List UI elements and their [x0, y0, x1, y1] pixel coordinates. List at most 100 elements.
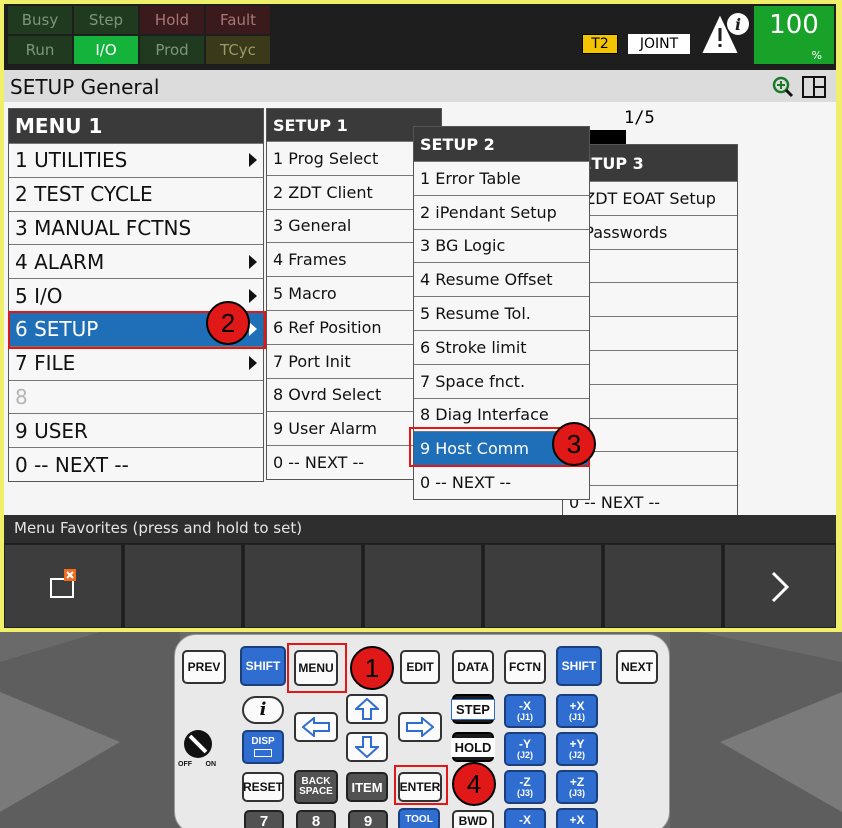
jog-plus-z-key[interactable]: +Z (J3) [556, 770, 598, 804]
menu-item-alarm[interactable]: 4 ALARM [9, 244, 263, 279]
switch-off-label: OFF [178, 761, 192, 768]
hold-key[interactable]: HOLD [450, 732, 496, 762]
bwd-key[interactable]: BWD [452, 810, 494, 828]
jog-label: +X [569, 813, 585, 827]
menu-item-test-cycle[interactable]: 2 TEST CYCLE [9, 176, 263, 211]
menu-item-label: 0 -- NEXT -- [15, 452, 129, 477]
fkey-5[interactable] [484, 544, 602, 628]
next-page-icon [771, 571, 790, 603]
tool-key[interactable]: TOOL [398, 808, 440, 828]
menu-item-file[interactable]: 7 FILE [9, 345, 263, 380]
arrow-down-icon [355, 736, 379, 758]
menu-item-next[interactable]: 0 -- NEXT -- [9, 447, 263, 481]
status-lamp-prod: Prod [140, 36, 204, 64]
page-title: SETUP General [10, 75, 160, 99]
next-key[interactable]: NEXT [616, 650, 658, 684]
menu-item-label: 2 TEST CYCLE [15, 182, 153, 207]
jog-plus-y-key[interactable]: +Y (J2) [556, 732, 598, 766]
setup2-item[interactable]: 6 Stroke limit [414, 329, 589, 364]
zoom-icon[interactable] [772, 76, 794, 98]
reset-key[interactable]: RESET [242, 772, 284, 802]
menu-item-label: 3 MANUAL FCTNS [15, 215, 192, 240]
shift-key-right[interactable]: SHIFT [556, 646, 602, 686]
jog-minus-x-key[interactable]: -X (J1) [504, 694, 546, 728]
override-indicator[interactable]: 100 % [754, 6, 834, 64]
fkey-4[interactable] [364, 544, 482, 628]
status-lamp-busy: Busy [8, 6, 72, 34]
favorites-bar: Menu Favorites (press and hold to set) [4, 515, 836, 543]
jog-sub-label: (J3) [516, 788, 533, 798]
arrow-right-key[interactable] [398, 712, 442, 742]
jog-label: +Z [569, 775, 585, 789]
arrow-left-icon [302, 717, 330, 737]
setup2-item[interactable]: 2 iPendant Setup [414, 194, 589, 229]
setup2-item[interactable]: 0 -- NEXT -- [414, 465, 589, 499]
shift-key-left[interactable]: SHIFT [240, 646, 286, 686]
menu-item-8: 8 [9, 379, 263, 414]
svg-text:i: i [735, 15, 741, 34]
status-lamp-tcyc: TCyc [206, 36, 270, 64]
menu-item-label: 4 ALARM [15, 249, 105, 274]
setup2-item[interactable]: 7 Space fnct. [414, 363, 589, 398]
data-key[interactable]: DATA [452, 650, 494, 684]
jog-sub-label: (J1) [516, 712, 533, 722]
override-value: 100 [769, 10, 819, 40]
menu-item-user[interactable]: 9 USER [9, 413, 263, 448]
num-7-key[interactable]: 7 [244, 810, 284, 828]
jog-label: +X [569, 699, 585, 713]
status-lamp-hold: Hold [140, 6, 204, 34]
arrow-left-key[interactable] [294, 712, 338, 742]
fkey-next-page[interactable] [724, 544, 836, 628]
menu-item-label: 8 [15, 384, 28, 409]
fkey-3[interactable] [244, 544, 362, 628]
arrow-right-icon [406, 717, 434, 737]
main-menu-header: MENU 1 [9, 109, 263, 143]
status-lamp-fault: Fault [206, 6, 270, 34]
submenu-arrow-icon [249, 288, 257, 303]
setup2-header: SETUP 2 [414, 127, 589, 161]
arrow-up-key[interactable] [346, 694, 388, 724]
display-icon [254, 749, 272, 757]
highlight-box-menu [287, 643, 347, 693]
submenu-arrow-icon [249, 153, 257, 168]
fkey-6[interactable] [604, 544, 722, 628]
disp-key[interactable]: DISP [242, 730, 284, 764]
item-key[interactable]: ITEM [346, 772, 388, 802]
key-switch[interactable]: OFF ON [178, 728, 218, 772]
menu-item-manual-fctns[interactable]: 3 MANUAL FCTNS [9, 210, 263, 245]
disp-label: DISP [251, 736, 275, 747]
step-key[interactable]: STEP [451, 694, 495, 724]
num-9-key[interactable]: 9 [348, 810, 388, 828]
fkey-favorite-add[interactable] [4, 544, 122, 628]
main-menu: MENU 1 1 UTILITIES 2 TEST CYCLE 3 MANUAL… [8, 108, 264, 482]
arrow-down-key[interactable] [346, 732, 388, 762]
fctn-key[interactable]: FCTN [504, 650, 546, 684]
setup2-item[interactable]: 4 Resume Offset [414, 262, 589, 297]
jog-minus-z-key[interactable]: -Z (J3) [504, 770, 546, 804]
warning-info-icon[interactable]: i [702, 10, 752, 58]
info-key[interactable]: i [242, 696, 284, 724]
backspace-key[interactable]: BACK SPACE [294, 770, 338, 804]
prev-key[interactable]: PREV [182, 650, 226, 684]
pendant-screen: Busy Step Hold Fault Run I/O Prod TCyc T… [4, 4, 836, 628]
edit-key[interactable]: EDIT [400, 650, 440, 684]
menu-item-label: 5 I/O [15, 283, 63, 308]
num-8-key[interactable]: 8 [296, 810, 336, 828]
jog-plus-x-key[interactable]: +X (J1) [556, 694, 598, 728]
callout-1: 1 [350, 646, 394, 690]
jog-plus-x-rot-key[interactable]: +X [556, 808, 598, 828]
status-lamp-step: Step [74, 6, 138, 34]
setup2-item[interactable]: 1 Error Table [414, 161, 589, 195]
jog-sub-label: (J3) [568, 788, 585, 798]
menu-item-label: 1 UTILITIES [15, 148, 128, 173]
step-key-label: STEP [451, 698, 495, 720]
split-screen-icon[interactable] [802, 76, 826, 98]
fkey-2[interactable] [124, 544, 242, 628]
jog-minus-x-rot-key[interactable]: -X [504, 808, 546, 828]
setup2-item[interactable]: 5 Resume Tol. [414, 296, 589, 330]
page-counter: 1/5 [624, 108, 655, 128]
menu-item-utilities[interactable]: 1 UTILITIES [9, 143, 263, 177]
setup2-item[interactable]: 3 BG Logic [414, 228, 589, 263]
coord-badge[interactable]: JOINT [628, 34, 690, 54]
jog-minus-y-key[interactable]: -Y (J2) [504, 732, 546, 766]
